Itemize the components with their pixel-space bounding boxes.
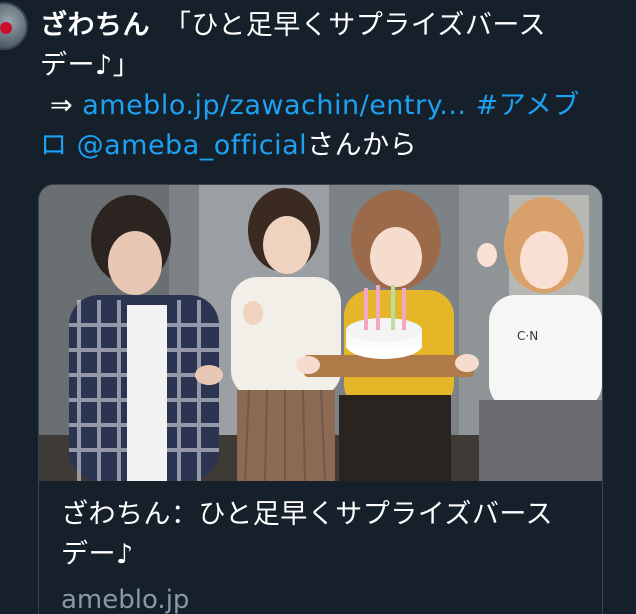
avatar[interactable]: [0, 2, 28, 50]
tweet-line-4: ロ @ameba_officialさんから: [40, 126, 620, 166]
hashtag-link-part2[interactable]: ロ: [40, 130, 68, 161]
mention-link[interactable]: @ameba_official: [77, 130, 308, 161]
card-title[interactable]: ざわちん：ひと足早くサプライズバース デー♪: [61, 495, 580, 575]
tweet-line-3: ⇒ ameblo.jp/zawachin/entry... #アメブ: [40, 86, 620, 126]
tweet-quote-end: デー♪」: [40, 50, 141, 81]
author-name[interactable]: ざわちん: [40, 10, 150, 41]
tweet-line-2: デー♪」: [40, 46, 620, 86]
card-title-line-1: ざわちん：ひと足早くサプライズバース: [61, 499, 554, 530]
card-photo: C·N: [39, 185, 602, 481]
card-body: ざわちん：ひと足早くサプライズバース デー♪ ameblo.jp: [39, 481, 602, 614]
tweet-quote-start: 「ひと足早くサプライズバース: [164, 10, 547, 41]
card-domain: ameblo.jp: [61, 585, 190, 614]
tweet-text: ざわちん 「ひと足早くサプライズバース デー♪」 ⇒ ameblo.jp/zawa…: [40, 6, 620, 166]
card-image[interactable]: C·N: [39, 185, 602, 481]
arrow-glyph: ⇒: [50, 90, 74, 121]
mention-suffix: さんから: [307, 130, 418, 161]
entry-link[interactable]: ameblo.jp/zawachin/entry...: [82, 90, 466, 121]
shirt-print: C·N: [517, 329, 538, 343]
link-card[interactable]: C·N ざわちん：ひと足早くサプライズバース デー♪ ameblo.jp: [38, 184, 603, 614]
hashtag-link-part1[interactable]: #アメブ: [476, 90, 580, 121]
avatar-mark: [0, 22, 12, 34]
tweet-line-1: ざわちん 「ひと足早くサプライズバース: [40, 6, 620, 46]
card-title-line-2: デー♪: [61, 539, 134, 570]
